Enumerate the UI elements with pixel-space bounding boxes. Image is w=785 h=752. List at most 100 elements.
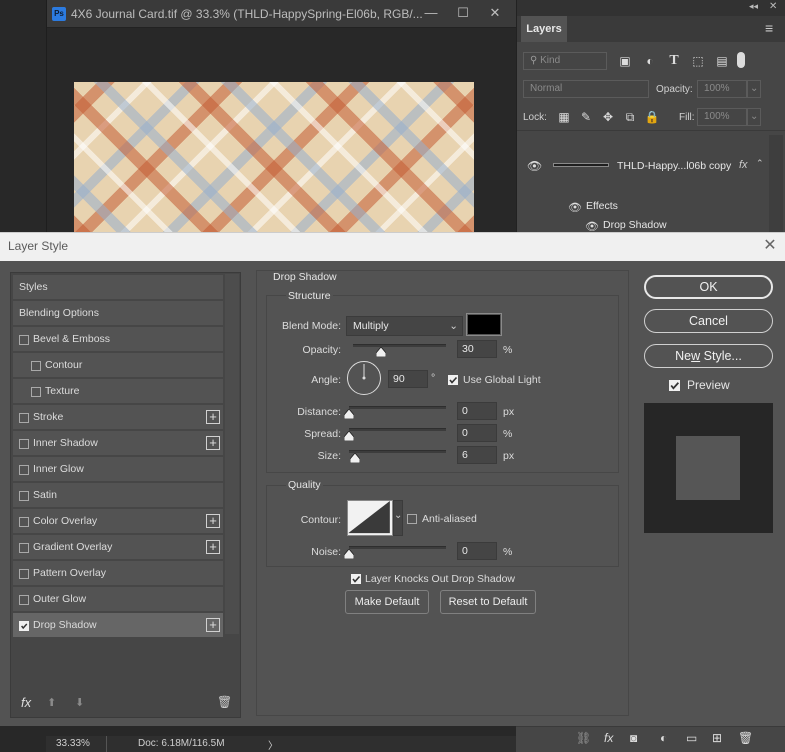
knocks-out-label[interactable]: Layer Knocks Out Drop Shadow: [365, 573, 515, 585]
style-item-checkbox[interactable]: [19, 569, 29, 579]
panel-menu-icon[interactable]: ≡: [765, 20, 773, 36]
style-item-checkbox[interactable]: [19, 335, 29, 345]
layer-fill-dropdown-arrow[interactable]: ⌄: [747, 108, 761, 126]
opacity-field[interactable]: 30: [457, 340, 497, 358]
style-item[interactable]: Gradient Overlay +: [13, 535, 223, 560]
dialog-close-icon[interactable]: ✕: [760, 236, 780, 256]
lock-transparent-pixels-icon[interactable]: ▦: [555, 108, 573, 126]
status-menu-arrow-icon[interactable]: 〉: [268, 737, 278, 752]
add-mask-icon[interactable]: ◙: [630, 731, 637, 745]
style-item[interactable]: Bevel & Emboss: [13, 327, 223, 352]
styles-list-scrollbar[interactable]: [225, 274, 239, 634]
add-layer-style-icon[interactable]: fx: [604, 731, 613, 745]
lock-all-icon[interactable]: 🔒: [643, 108, 661, 126]
close-icon[interactable]: ✕: [483, 4, 507, 22]
new-layer-icon[interactable]: ⊞: [712, 731, 722, 745]
style-item[interactable]: Pattern Overlay: [13, 561, 223, 586]
opacity-slider-track[interactable]: [353, 344, 446, 347]
use-global-light-checkbox[interactable]: [448, 375, 458, 385]
angle-field[interactable]: 90: [388, 370, 428, 388]
layer-opacity-dropdown-arrow[interactable]: ⌄: [747, 80, 761, 98]
style-item-checkbox[interactable]: [19, 543, 29, 553]
distance-field[interactable]: 0: [457, 402, 497, 420]
link-layers-icon[interactable]: ⛓: [576, 731, 591, 745]
lock-artboard-icon[interactable]: ⧉: [621, 108, 639, 126]
smart-object-filter-icon[interactable]: ▤: [713, 52, 731, 70]
add-effect-instance-icon[interactable]: +: [206, 540, 220, 554]
style-item[interactable]: Texture: [13, 379, 223, 404]
lock-image-pixels-icon[interactable]: ✎: [577, 108, 595, 126]
opacity-slider-thumb[interactable]: [375, 347, 386, 357]
move-down-icon[interactable]: ⬇: [75, 696, 84, 709]
use-global-light-label[interactable]: Use Global Light: [463, 374, 541, 386]
anti-aliased-checkbox[interactable]: [407, 514, 417, 524]
cancel-button[interactable]: Cancel: [644, 309, 773, 333]
document-canvas-plaid[interactable]: [74, 82, 474, 232]
fx-icon[interactable]: fx: [739, 159, 748, 171]
filter-toggle-switch[interactable]: [737, 52, 745, 68]
collapse-panel-icon[interactable]: ◂◂: [749, 1, 758, 12]
style-item-checkbox[interactable]: [19, 491, 29, 501]
layers-scrollbar[interactable]: [769, 135, 783, 233]
new-group-icon[interactable]: ▭: [686, 731, 697, 745]
add-effect-instance-icon[interactable]: +: [206, 410, 220, 424]
style-item[interactable]: Inner Shadow +: [13, 431, 223, 456]
shape-layer-filter-icon[interactable]: ⬚: [689, 52, 707, 70]
layer-fill-field[interactable]: 100%: [697, 108, 747, 126]
blend-mode-dropdown[interactable]: Multiply ⌄: [346, 316, 463, 336]
expand-effects-icon[interactable]: ⌃: [756, 158, 764, 169]
style-item-checkbox[interactable]: [19, 621, 29, 631]
style-item[interactable]: Satin: [13, 483, 223, 508]
size-field[interactable]: 6: [457, 446, 497, 464]
minimize-icon[interactable]: —: [419, 4, 443, 22]
kind-filter-dropdown[interactable]: ⚲ Kind: [523, 52, 607, 70]
noise-slider-thumb[interactable]: [344, 549, 354, 559]
distance-slider-track[interactable]: [349, 406, 446, 409]
layer-blend-mode-dropdown[interactable]: Normal: [523, 80, 649, 98]
angle-dial-icon[interactable]: [346, 360, 382, 396]
add-effect-instance-icon[interactable]: +: [206, 514, 220, 528]
spread-slider-thumb[interactable]: [344, 431, 354, 441]
lock-position-icon[interactable]: ✥: [599, 108, 617, 126]
visibility-eye-icon[interactable]: 👁: [527, 159, 542, 173]
style-item-checkbox[interactable]: [19, 595, 29, 605]
ok-button[interactable]: OK: [644, 275, 773, 299]
knocks-out-checkbox[interactable]: [351, 574, 361, 584]
pixel-layer-filter-icon[interactable]: ▣: [616, 52, 634, 70]
contour-picker[interactable]: [347, 500, 393, 536]
tab-layers[interactable]: Layers: [521, 16, 567, 42]
delete-effect-icon[interactable]: 🗑: [217, 695, 232, 709]
style-item[interactable]: Outer Glow: [13, 587, 223, 612]
style-item[interactable]: Styles: [13, 275, 223, 300]
style-item[interactable]: Stroke +: [13, 405, 223, 430]
style-item-checkbox[interactable]: [19, 413, 29, 423]
dialog-header[interactable]: Layer Style ✕: [0, 233, 785, 261]
reset-to-default-button[interactable]: Reset to Default: [440, 590, 536, 614]
style-item[interactable]: Drop Shadow +: [13, 613, 223, 638]
effects-eye-icon[interactable]: 👁: [568, 201, 582, 214]
style-item[interactable]: Inner Glow: [13, 457, 223, 482]
contour-dropdown-arrow[interactable]: ⌄: [393, 500, 403, 536]
style-item-checkbox[interactable]: [31, 361, 41, 371]
panel-close-icon[interactable]: ✕: [769, 1, 777, 12]
spread-field[interactable]: 0: [457, 424, 497, 442]
add-effect-instance-icon[interactable]: +: [206, 618, 220, 632]
move-up-icon[interactable]: ⬆: [47, 696, 56, 709]
document-titlebar[interactable]: Ps 4X6 Journal Card.tif @ 33.3% (THLD-Ha…: [47, 0, 517, 28]
style-item-checkbox[interactable]: [31, 387, 41, 397]
style-item-checkbox[interactable]: [19, 439, 29, 449]
style-item-checkbox[interactable]: [19, 517, 29, 527]
restore-icon[interactable]: ☐: [451, 4, 475, 22]
style-item[interactable]: Contour: [13, 353, 223, 378]
preview-label[interactable]: Preview: [687, 378, 730, 392]
delete-layer-icon[interactable]: 🗑: [738, 731, 753, 745]
layer-name[interactable]: THLD-Happy...l06b copy: [617, 160, 731, 172]
preview-checkbox[interactable]: [669, 380, 680, 391]
noise-field[interactable]: 0: [457, 542, 497, 560]
zoom-level[interactable]: 33.33%: [56, 738, 90, 749]
new-style-button[interactable]: New Style...: [644, 344, 773, 368]
size-slider-thumb[interactable]: [349, 453, 360, 463]
spread-slider-track[interactable]: [349, 428, 446, 431]
layer-row[interactable]: 👁 THLD-Happy...l06b copy fx ⌃: [517, 150, 767, 182]
adjustment-layer-icon[interactable]: ◐: [660, 731, 667, 745]
